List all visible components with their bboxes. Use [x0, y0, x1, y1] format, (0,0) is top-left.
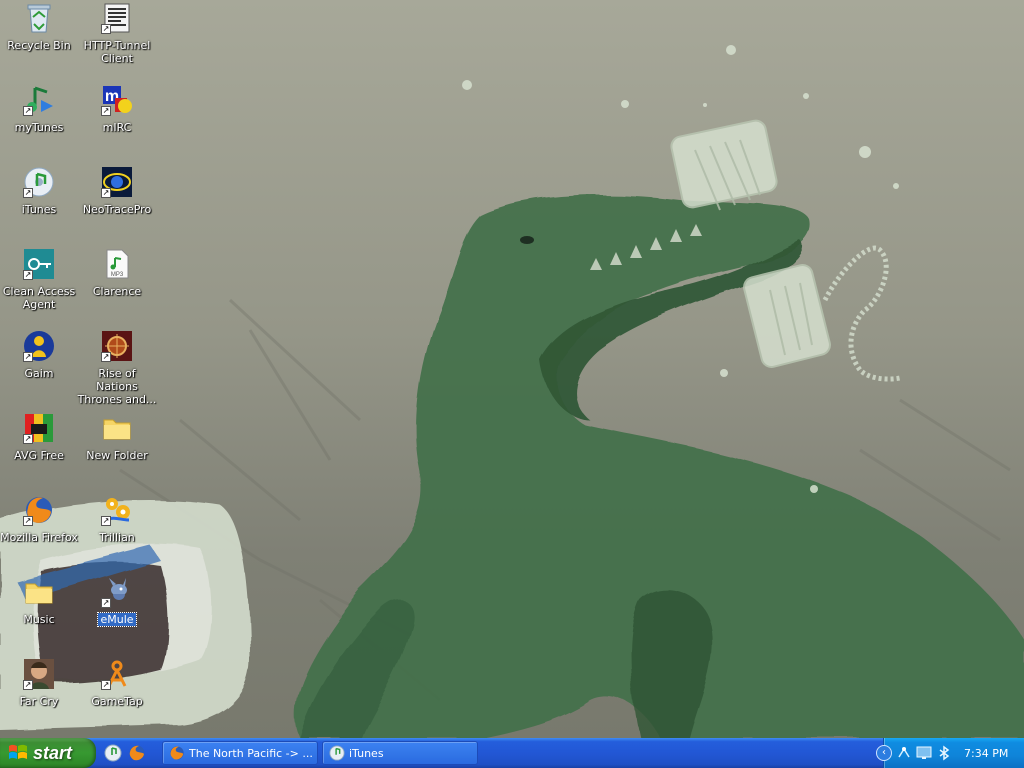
firefox-icon [170, 746, 184, 760]
windows-logo-icon [9, 744, 27, 759]
rise-of-nations-icon: ↗ [101, 330, 133, 362]
shortcut-arrow-icon: ↗ [23, 680, 33, 690]
emule-icon: ↗ [101, 576, 133, 608]
taskbar-button-firefox[interactable]: The North Pacific -> ... [162, 741, 318, 765]
icon-label: eMule [97, 612, 137, 627]
network-icon[interactable] [896, 745, 912, 761]
clean-access-icon: ↗ [23, 248, 55, 280]
desktop-icon-rise-of-nations[interactable]: ↗ Rise of Nations Thrones and... [78, 330, 156, 406]
shortcut-arrow-icon: ↗ [23, 270, 33, 280]
desktop-icon-mytunes[interactable]: ↗ myTunes [0, 84, 78, 160]
mytunes-icon: ↗ [23, 84, 55, 116]
shortcut-arrow-icon: ↗ [101, 188, 111, 198]
shortcut-arrow-icon: ↗ [23, 188, 33, 198]
icon-label: Music [23, 613, 55, 626]
taskbar: start The North Pacific -> ... iTunes ‹ [0, 738, 1024, 768]
shortcut-arrow-icon: ↗ [23, 352, 33, 362]
show-hidden-icons-button[interactable]: ‹ [876, 745, 892, 761]
icon-label: HTTP-Tunnel Client [83, 39, 151, 65]
dinosaur-shape [294, 195, 1024, 738]
desktop-icon-new-folder[interactable]: New Folder [78, 412, 156, 488]
desktop-icon-clarence[interactable]: MP3 Clarence [78, 248, 156, 324]
desktop-icon-neotracepro[interactable]: ↗ NeoTracePro [78, 166, 156, 242]
desktop-icon-clean-access-agent[interactable]: ↗ Clean Access Agent [0, 248, 78, 324]
gaim-icon: ↗ [23, 330, 55, 362]
icon-label: Mozilla Firefox [0, 531, 78, 544]
icon-label: myTunes [14, 121, 64, 134]
desktop-icon-gametap[interactable]: ↗ GameTap [78, 658, 156, 734]
desktop-icon-http-tunnel-client[interactable]: ↗ HTTP-Tunnel Client [78, 2, 156, 78]
icon-label: mIRC [102, 121, 132, 134]
desktop-icon-itunes[interactable]: ↗ iTunes [0, 166, 78, 242]
shortcut-arrow-icon: ↗ [23, 434, 33, 444]
desktop-icon-trillian[interactable]: ↗ Trillian [78, 494, 156, 570]
itunes-icon[interactable] [104, 744, 122, 762]
desktop-icon-recycle-bin[interactable]: Recycle Bin [0, 2, 78, 78]
folder-icon [23, 576, 55, 608]
mirc-icon: m ↗ [101, 84, 133, 116]
icon-label: GameTap [91, 695, 143, 708]
shortcut-arrow-icon: ↗ [101, 516, 111, 526]
icon-label: Recycle Bin [7, 39, 71, 52]
trillian-icon: ↗ [101, 494, 133, 526]
taskbar-button-itunes[interactable]: iTunes [322, 741, 478, 765]
itunes-icon [329, 745, 345, 761]
clock[interactable]: 7:34 PM [964, 747, 1008, 760]
desktop-icon-gaim[interactable]: ↗ Gaim [0, 330, 78, 406]
quick-launch [104, 742, 146, 764]
itunes-icon: ↗ [23, 166, 55, 198]
gametap-icon: ↗ [101, 658, 133, 690]
icon-label: AVG Free [14, 449, 64, 462]
svg-text:MP3: MP3 [111, 272, 124, 278]
avg-icon: ↗ [23, 412, 55, 444]
folder-icon [101, 412, 133, 444]
system-tray: ‹ 7:34 PM [876, 738, 1024, 768]
shortcut-arrow-icon: ↗ [101, 352, 111, 362]
icon-label: New Folder [86, 449, 148, 462]
desktop-icon-mozilla-firefox[interactable]: ↗ Mozilla Firefox [0, 494, 78, 570]
desktop-icon-avg-free[interactable]: ↗ AVG Free [0, 412, 78, 488]
shortcut-arrow-icon: ↗ [101, 24, 111, 34]
icon-label: Far Cry [19, 695, 59, 708]
shortcut-arrow-icon: ↗ [101, 680, 111, 690]
desktop-icon-music[interactable]: Music [0, 576, 78, 652]
firefox-icon: ↗ [23, 494, 55, 526]
mp3-file-icon: MP3 [101, 248, 133, 280]
icon-label: Clarence [92, 285, 142, 298]
icon-label: Clean Access Agent [2, 285, 76, 311]
shortcut-arrow-icon: ↗ [101, 598, 111, 608]
task-label: iTunes [349, 746, 384, 760]
start-label: start [33, 742, 73, 763]
task-label: The North Pacific -> ... [189, 746, 313, 760]
desktop-icon-far-cry[interactable]: ↗ Far Cry [0, 658, 78, 734]
icon-label: NeoTracePro [82, 203, 152, 216]
desktop-icon-mirc[interactable]: m ↗ mIRC [78, 84, 156, 160]
desktop-icon-emule[interactable]: ↗ eMule [78, 576, 156, 652]
bluetooth-icon[interactable] [936, 745, 952, 761]
icon-label: iTunes [21, 203, 57, 216]
shortcut-arrow-icon: ↗ [23, 516, 33, 526]
icon-label: Rise of Nations Thrones and... [77, 367, 157, 406]
firefox-icon[interactable] [128, 744, 146, 762]
icon-label: Gaim [24, 367, 54, 380]
neotrace-icon: ↗ [101, 166, 133, 198]
monitor-icon[interactable] [916, 745, 932, 761]
http-tunnel-icon: ↗ [101, 2, 133, 34]
far-cry-icon: ↗ [23, 658, 55, 690]
recycle-bin-icon [23, 2, 55, 34]
shortcut-arrow-icon: ↗ [101, 106, 111, 116]
icon-label: Trillian [99, 531, 135, 544]
start-button[interactable]: start [0, 738, 96, 768]
shortcut-arrow-icon: ↗ [23, 106, 33, 116]
